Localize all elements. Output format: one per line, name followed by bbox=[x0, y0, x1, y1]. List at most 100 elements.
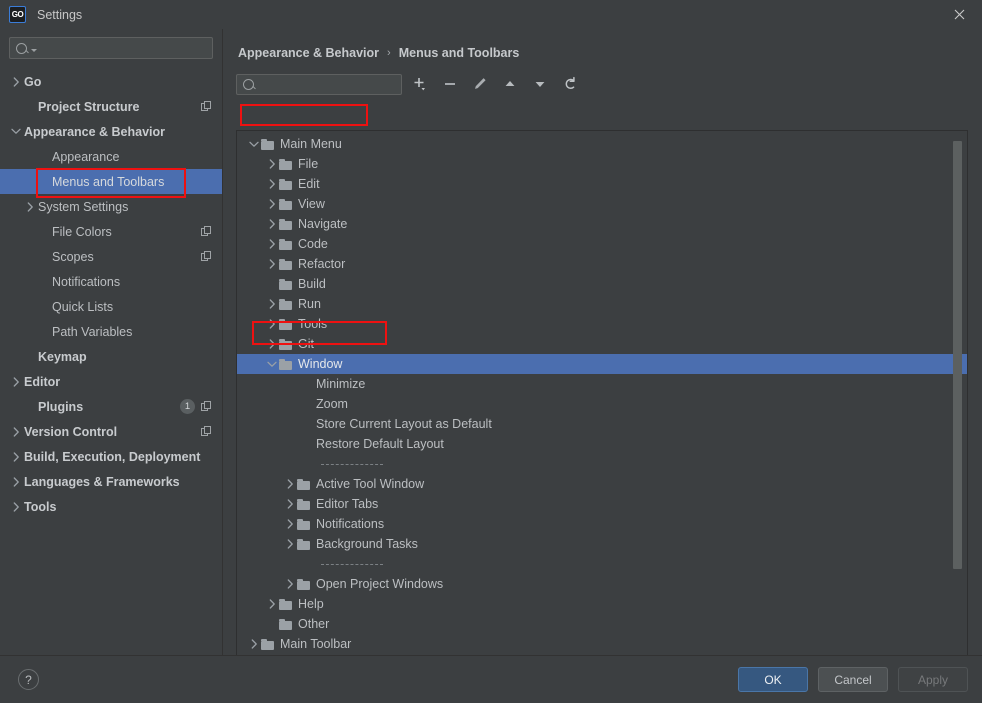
sidebar-item-plugins[interactable]: Plugins 1 bbox=[0, 394, 222, 419]
sidebar-item-scopes[interactable]: Scopes bbox=[0, 244, 222, 269]
chevron-right-icon[interactable] bbox=[8, 476, 24, 487]
remove-button[interactable] bbox=[438, 72, 462, 96]
cancel-button[interactable]: Cancel bbox=[818, 667, 888, 692]
chevron-right-icon[interactable] bbox=[8, 426, 24, 437]
sidebar-item-notifications[interactable]: Notifications bbox=[0, 269, 222, 294]
edit-button[interactable] bbox=[468, 72, 492, 96]
tree-item-active-tool-window[interactable]: Active Tool Window bbox=[237, 474, 967, 494]
chevron-right-icon[interactable] bbox=[265, 259, 279, 269]
move-up-button[interactable] bbox=[498, 72, 522, 96]
chevron-right-icon[interactable] bbox=[265, 159, 279, 169]
menu-tree: Main Menu File Edit View Navigate Code Refacto… bbox=[237, 131, 967, 663]
tree-item-minimize[interactable]: Minimize bbox=[237, 374, 967, 394]
tree-item-refactor[interactable]: Refactor bbox=[237, 254, 967, 274]
tree-item-editor-tabs[interactable]: Editor Tabs bbox=[237, 494, 967, 514]
tree-search-input[interactable] bbox=[236, 73, 402, 95]
chevron-right-icon[interactable] bbox=[265, 219, 279, 229]
sidebar-item-system-settings[interactable]: System Settings bbox=[0, 194, 222, 219]
sidebar-search-field[interactable] bbox=[41, 40, 206, 56]
chevron-right-icon[interactable] bbox=[265, 339, 279, 349]
chevron-right-icon[interactable] bbox=[8, 501, 24, 512]
tree-separator bbox=[237, 554, 967, 574]
tree-item-zoom[interactable]: Zoom bbox=[237, 394, 967, 414]
triangle-up-icon bbox=[505, 81, 515, 86]
chevron-right-icon[interactable] bbox=[265, 599, 279, 609]
tree-scrollbar[interactable] bbox=[953, 136, 962, 658]
tree-item-file[interactable]: File bbox=[237, 154, 967, 174]
sidebar-item-editor[interactable]: Editor bbox=[0, 369, 222, 394]
tree-item-window[interactable]: Window bbox=[237, 354, 967, 374]
tree-item-main-menu[interactable]: Main Menu bbox=[237, 134, 967, 154]
sidebar-item-quick-lists[interactable]: Quick Lists bbox=[0, 294, 222, 319]
tree-item-other[interactable]: Other bbox=[237, 614, 967, 634]
copy-settings-icon[interactable] bbox=[201, 226, 212, 237]
tree-item-notifications[interactable]: Notifications bbox=[237, 514, 967, 534]
chevron-right-icon[interactable] bbox=[265, 239, 279, 249]
sidebar-search-input[interactable] bbox=[9, 37, 213, 59]
sidebar-item-build-execution-deployment[interactable]: Build, Execution, Deployment bbox=[0, 444, 222, 469]
chevron-down-icon[interactable] bbox=[265, 361, 279, 368]
copy-settings-icon[interactable] bbox=[201, 426, 212, 437]
tree-item-code[interactable]: Code bbox=[237, 234, 967, 254]
tree-item-label: Active Tool Window bbox=[316, 477, 425, 491]
chevron-right-icon[interactable] bbox=[8, 451, 24, 462]
sidebar-item-go[interactable]: Go bbox=[0, 69, 222, 94]
tree-item-navigate[interactable]: Navigate bbox=[237, 214, 967, 234]
tree-item-tools[interactable]: Tools bbox=[237, 314, 967, 334]
tree-item-help[interactable]: Help bbox=[237, 594, 967, 614]
tree-scrollbar-thumb[interactable] bbox=[953, 141, 962, 570]
minus-icon bbox=[445, 83, 455, 85]
tree-item-main-toolbar[interactable]: Main Toolbar bbox=[237, 634, 967, 654]
sidebar-item-project-structure[interactable]: Project Structure bbox=[0, 94, 222, 119]
tree-item-edit[interactable]: Edit bbox=[237, 174, 967, 194]
tree-item-background-tasks[interactable]: Background Tasks bbox=[237, 534, 967, 554]
sidebar-item-appearance[interactable]: Appearance bbox=[0, 144, 222, 169]
chevron-right-icon[interactable] bbox=[283, 519, 297, 529]
tree-search-field[interactable] bbox=[259, 76, 395, 92]
sidebar-item-label: Path Variables bbox=[52, 324, 133, 339]
tree-item-open-project-windows[interactable]: Open Project Windows bbox=[237, 574, 967, 594]
add-button[interactable] bbox=[408, 72, 432, 96]
chevron-right-icon[interactable] bbox=[22, 201, 38, 212]
sidebar-item-appearance-behavior[interactable]: Appearance & Behavior bbox=[0, 119, 222, 144]
chevron-down-icon[interactable] bbox=[8, 128, 24, 135]
folder-icon bbox=[279, 358, 292, 370]
chevron-right-icon[interactable] bbox=[283, 499, 297, 509]
copy-settings-icon[interactable] bbox=[201, 251, 212, 262]
tree-item-run[interactable]: Run bbox=[237, 294, 967, 314]
sidebar-item-version-control[interactable]: Version Control bbox=[0, 419, 222, 444]
sidebar-item-menus-and-toolbars[interactable]: Menus and Toolbars bbox=[0, 169, 222, 194]
sidebar-item-languages-frameworks[interactable]: Languages & Frameworks bbox=[0, 469, 222, 494]
ok-button[interactable]: OK bbox=[738, 667, 808, 692]
chevron-right-icon[interactable] bbox=[265, 179, 279, 189]
chevron-right-icon[interactable] bbox=[265, 319, 279, 329]
tree-item-git[interactable]: Git bbox=[237, 334, 967, 354]
help-button[interactable]: ? bbox=[18, 669, 39, 690]
tree-item-view[interactable]: View bbox=[237, 194, 967, 214]
tree-item-restore-default-layout[interactable]: Restore Default Layout bbox=[237, 434, 967, 454]
sidebar-item-tools[interactable]: Tools bbox=[0, 494, 222, 519]
sidebar-item-label: Build, Execution, Deployment bbox=[24, 449, 201, 464]
chevron-right-icon[interactable] bbox=[8, 76, 24, 87]
copy-settings-icon[interactable] bbox=[201, 101, 212, 112]
close-icon[interactable] bbox=[936, 0, 982, 29]
chevron-right-icon[interactable] bbox=[8, 376, 24, 387]
sidebar-item-path-variables[interactable]: Path Variables bbox=[0, 319, 222, 344]
chevron-right-icon[interactable] bbox=[247, 639, 261, 649]
copy-settings-icon[interactable] bbox=[201, 401, 212, 412]
tree-item-store-current-layout-as-default[interactable]: Store Current Layout as Default bbox=[237, 414, 967, 434]
chevron-right-icon[interactable] bbox=[283, 479, 297, 489]
folder-icon bbox=[279, 278, 292, 290]
chevron-right-icon[interactable] bbox=[283, 579, 297, 589]
restore-button[interactable] bbox=[558, 72, 582, 96]
sidebar-item-keymap[interactable]: Keymap bbox=[0, 344, 222, 369]
chevron-right-icon[interactable] bbox=[265, 299, 279, 309]
sidebar-item-file-colors[interactable]: File Colors bbox=[0, 219, 222, 244]
move-down-button[interactable] bbox=[528, 72, 552, 96]
chevron-down-icon[interactable] bbox=[247, 141, 261, 148]
tree-item-build[interactable]: Build bbox=[237, 274, 967, 294]
chevron-right-icon[interactable] bbox=[283, 539, 297, 549]
chevron-right-icon[interactable] bbox=[265, 199, 279, 209]
folder-icon bbox=[297, 538, 310, 550]
breadcrumb-parent[interactable]: Appearance & Behavior bbox=[238, 46, 379, 60]
